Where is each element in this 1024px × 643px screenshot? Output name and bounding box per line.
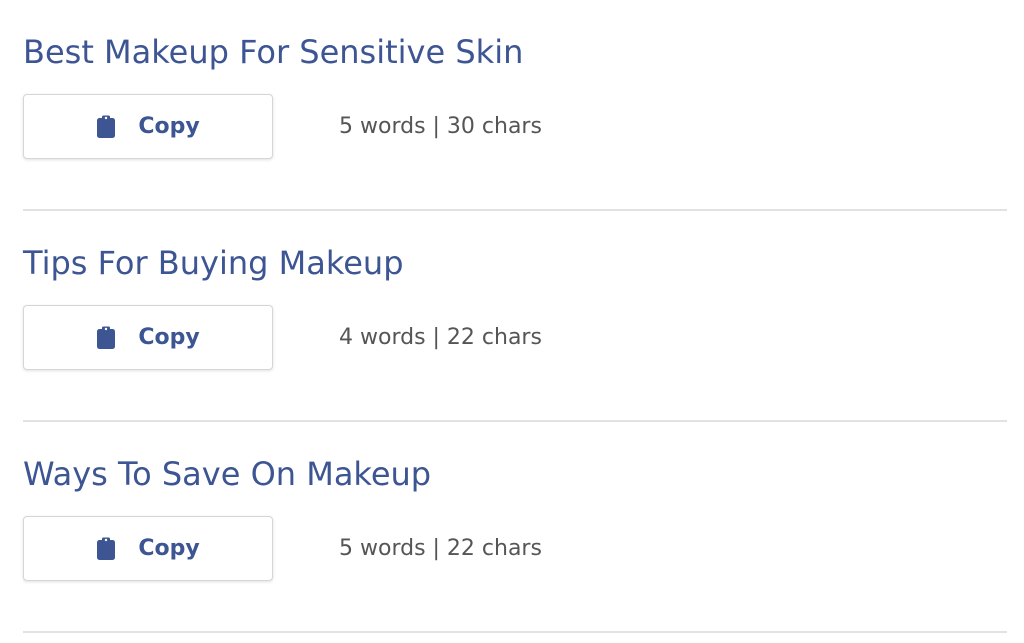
clipboard-icon	[96, 115, 116, 139]
word-char-count: 4 words | 22 chars	[339, 325, 542, 350]
copy-button[interactable]: Copy	[23, 516, 273, 581]
copy-button[interactable]: Copy	[23, 94, 273, 159]
suggestion-title: Best Makeup For Sensitive Skin	[23, 33, 524, 71]
suggestion-title: Ways To Save On Makeup	[23, 455, 432, 493]
title-suggestion-item: Tips For Buying Makeup Copy 4 words | 22…	[23, 211, 1007, 422]
suggestion-title: Tips For Buying Makeup	[23, 244, 404, 282]
clipboard-icon	[96, 326, 116, 350]
title-suggestion-item: Ways To Save On Makeup Copy 5 words | 22…	[23, 422, 1007, 633]
copy-button-label: Copy	[138, 325, 200, 350]
word-char-count: 5 words | 30 chars	[339, 114, 542, 139]
copy-button-label: Copy	[138, 114, 200, 139]
clipboard-icon	[96, 537, 116, 561]
word-char-count: 5 words | 22 chars	[339, 536, 542, 561]
title-suggestion-list: Best Makeup For Sensitive Skin Copy 5 wo…	[23, 0, 1007, 633]
copy-button[interactable]: Copy	[23, 305, 273, 370]
copy-button-label: Copy	[138, 536, 200, 561]
title-suggestion-item: Best Makeup For Sensitive Skin Copy 5 wo…	[23, 0, 1007, 211]
